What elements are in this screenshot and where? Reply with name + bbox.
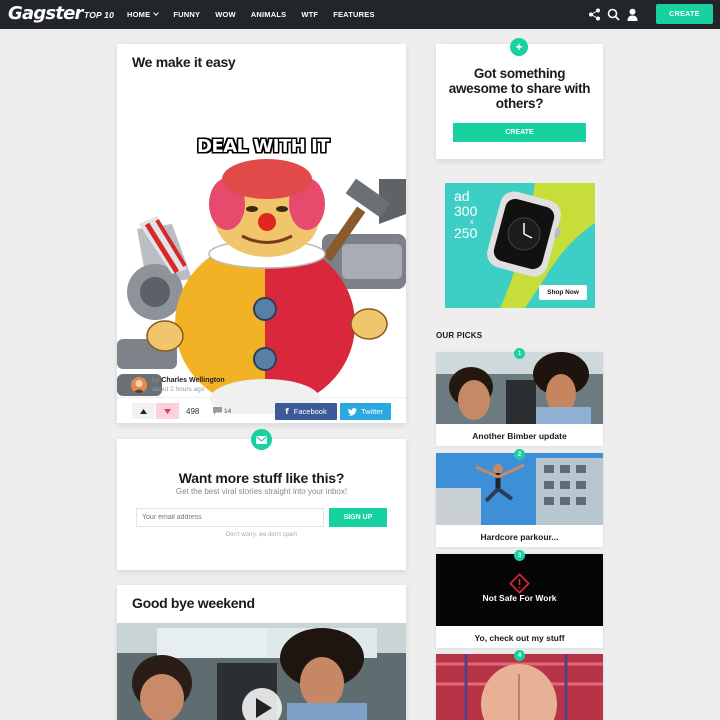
plus-icon: + (510, 38, 528, 56)
comments-link[interactable]: 14 (213, 407, 231, 415)
ad-line1: ad (454, 188, 470, 204)
facebook-label: Facebook (293, 407, 327, 416)
nav-item-home-label: HOME (127, 10, 151, 19)
avatar[interactable] (131, 377, 147, 393)
pick-item[interactable]: 4 (436, 650, 603, 720)
upvote-button[interactable] (132, 403, 155, 419)
pick-title[interactable]: Hardcore parkour... (436, 532, 603, 542)
site-logo[interactable]: Gagster (8, 3, 83, 24)
search-icon[interactable] (607, 8, 620, 21)
twitter-label: Twitter (360, 407, 384, 416)
post-video[interactable] (117, 623, 406, 720)
pick-number: 4 (514, 650, 525, 661)
pick-thumbnail (436, 453, 603, 525)
car-video-thumbnail (117, 623, 406, 720)
twitter-icon (347, 407, 357, 416)
post-image[interactable]: DEAL WITH IT (117, 84, 406, 414)
newsletter-title: Want more stuff like this? (178, 470, 345, 486)
post-card: We make it easy DEAL WITH IT by Charles … (117, 44, 406, 423)
newsletter-subtitle: Get the best viral stories straight into… (175, 487, 348, 496)
author-prefix: by (152, 377, 160, 384)
create-button[interactable]: CREATE (656, 4, 713, 24)
author-name[interactable]: Charles Wellington (161, 377, 224, 384)
post-title[interactable]: Good bye weekend (132, 595, 255, 611)
shop-now-button[interactable]: Shop Now (539, 285, 587, 300)
our-picks-heading: OUR PICKS (436, 331, 483, 340)
meme-caption: DEAL WITH IT (197, 136, 330, 157)
arrow-up-icon (140, 408, 147, 414)
ad-text: ad 300 x 250 (454, 189, 477, 241)
pick-item[interactable]: 3 Not Safe For Work Yo, check out my stu… (436, 550, 603, 648)
facebook-icon: f (285, 407, 289, 416)
cta-title: Got something awesome to share with othe… (448, 66, 591, 111)
nav-item-animals[interactable]: ANIMALS (251, 10, 287, 19)
comment-icon (213, 407, 222, 415)
nav-item-wow[interactable]: WOW (215, 10, 236, 19)
top-bar: Gagster TOP 10 HOME FUNNY WOW ANIMALS WT… (0, 0, 720, 29)
chevron-down-icon (153, 10, 160, 16)
main-nav: TOP 10 HOME FUNNY WOW ANIMALS WTF FEATUR… (84, 0, 390, 29)
pick-number: 3 (514, 550, 525, 561)
facebook-share-button[interactable]: f Facebook (275, 403, 337, 420)
nav-item-top10[interactable]: TOP 10 (84, 10, 114, 20)
cta-create-button[interactable]: CREATE (453, 123, 586, 142)
pick-thumbnail (436, 352, 603, 424)
nav-item-wtf[interactable]: WTF (301, 10, 318, 19)
warning-icon (436, 554, 603, 626)
nav-item-home[interactable]: HOME (127, 10, 160, 19)
nsfw-label: Not Safe For Work (482, 593, 557, 603)
pick-title[interactable]: Yo, check out my stuff (436, 633, 603, 643)
email-field[interactable] (136, 508, 324, 527)
post-title[interactable]: We make it easy (132, 54, 236, 70)
arrow-down-icon (164, 408, 171, 414)
downvote-button[interactable] (156, 403, 179, 419)
newsletter-box: Want more stuff like this? Get the best … (117, 429, 406, 570)
post-actions: 498 14 f Facebook Twitter (117, 397, 406, 423)
ad-line2: 300 (454, 203, 478, 219)
pick-item[interactable]: 2 Hardcore parkour... (436, 449, 603, 547)
share-icon[interactable] (588, 8, 601, 21)
post-card: Good bye weekend (117, 585, 406, 720)
newsletter-note: Don't worry, we don't spam (225, 532, 298, 538)
pick-thumbnail-nsfw: Not Safe For Work (436, 554, 603, 626)
pick-number: 2 (514, 449, 525, 460)
post-author: by Charles Wellington about 2 hours ago (131, 376, 391, 396)
post-timestamp: about 2 hours ago (152, 386, 205, 393)
sign-up-button[interactable]: SIGN UP (329, 508, 387, 527)
create-cta-box: + Got something awesome to share with ot… (436, 38, 603, 159)
envelope-icon (251, 429, 272, 450)
comments-count: 14 (224, 407, 232, 415)
nav-item-funny[interactable]: FUNNY (173, 10, 200, 19)
nav-item-features[interactable]: FEATURES (333, 10, 374, 19)
pick-item[interactable]: 1 Another Bimber update (436, 348, 603, 446)
ad-line3: 250 (454, 225, 478, 241)
clown-illustration (117, 159, 406, 414)
user-icon[interactable] (626, 8, 639, 21)
pick-number: 1 (514, 348, 525, 359)
pick-thumbnail (436, 654, 603, 720)
twitter-share-button[interactable]: Twitter (340, 403, 391, 420)
pick-title[interactable]: Another Bimber update (436, 431, 603, 441)
vote-score: 498 (186, 407, 200, 416)
